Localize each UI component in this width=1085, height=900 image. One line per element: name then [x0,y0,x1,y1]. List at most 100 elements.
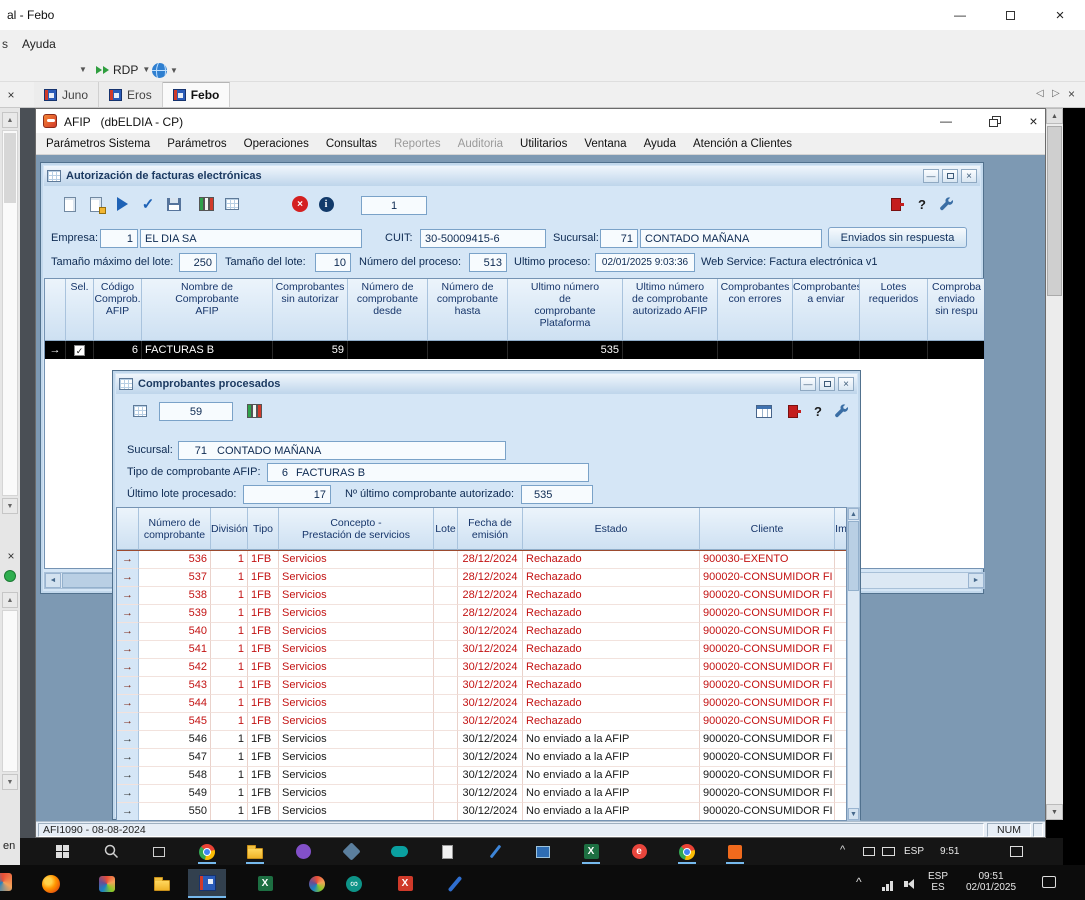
grid-edit-icon[interactable] [129,400,151,422]
row-checkbox[interactable]: ✓ [74,345,85,356]
menu-item-par-metros[interactable]: Parámetros [167,138,226,150]
action-center-icon[interactable] [1042,876,1056,888]
table-row[interactable]: →55011FBServicios30/12/2024No enviado a … [117,803,847,821]
afip-restore-button[interactable] [974,109,1014,133]
network-icon[interactable] [882,881,893,891]
tools-icon[interactable] [830,400,852,422]
scrollbar-thumb[interactable] [1047,126,1062,296]
app-slate-icon[interactable] [338,840,364,863]
speaker-icon[interactable] [904,879,914,889]
tab-close-button[interactable]: × [1068,87,1075,101]
empresa-name-field[interactable]: EL DIA SA [140,229,362,248]
rdp-vertical-scrollbar[interactable]: ▲ ▼ [1046,108,1063,820]
properties-icon[interactable] [85,193,107,215]
table-row[interactable]: →54011FBServicios30/12/2024Rechazado9000… [117,623,847,641]
strip-scroll-up-button-2[interactable]: ▲ [2,592,18,608]
info-icon[interactable]: i [315,193,337,215]
clock[interactable]: 09:51 02/01/2025 [958,871,1024,893]
ultimo-proceso-field[interactable]: 02/01/2025 9:03:36 [595,253,695,272]
strip-scroll-down-button[interactable]: ▼ [2,498,18,514]
cutoff-app-icon[interactable] [0,873,12,891]
strip-scrollbar-track-2[interactable] [2,610,18,772]
file-explorer-icon[interactable] [143,869,181,898]
column-header[interactable]: Concepto -Prestación de servicios [279,508,434,550]
start-icon[interactable] [50,840,76,863]
menu-item-par-metros-sistema[interactable]: Parámetros Sistema [46,138,150,150]
batch-columns-icon[interactable] [195,193,217,215]
table-row[interactable]: →53811FBServicios28/12/2024Rechazado9000… [117,587,847,605]
strip-scrollbar-thumb[interactable] [4,133,16,203]
action-center-icon[interactable] [1010,846,1023,857]
column-header[interactable]: CódigoComprob.AFIP [94,279,142,341]
strip-close-button[interactable]: × [4,549,18,563]
sucursal-name-field[interactable]: CONTADO MAÑANA [640,229,822,248]
app-purple-icon[interactable] [290,840,316,863]
run-icon[interactable] [111,193,133,215]
rdp-active-icon[interactable] [188,869,226,898]
tray-expand-caret[interactable]: ^ [856,875,862,889]
menu-item-ayuda[interactable]: Ayuda [22,37,56,51]
column-header[interactable]: Ultimo númerode comprobanteautorizado AF… [623,279,718,341]
column-header[interactable]: Lote [434,508,458,550]
language-indicator[interactable]: ESP ES [928,871,948,893]
column-header[interactable]: Comprobantessin autorizar [273,279,348,341]
new-document-icon[interactable] [59,193,81,215]
comprobantes-titlebar[interactable]: Comprobantes procesados — × [116,374,857,394]
cuit-field[interactable]: 30-50009415-6 [420,229,546,248]
column-header[interactable]: Lotesrequeridos [860,279,928,341]
table-row[interactable]: →53611FBServicios28/12/2024Rechazado9000… [117,551,847,569]
exit-icon[interactable] [885,193,907,215]
chrome-icon[interactable] [194,840,220,863]
autorizacion-titlebar[interactable]: Autorización de facturas electrónicas — … [44,166,980,186]
excel-icon[interactable]: X [578,840,604,863]
menu-item-utilitarios[interactable]: Utilitarios [520,138,567,150]
column-header[interactable]: Número decomprobantehasta [428,279,508,341]
record-counter-field[interactable]: 59 [159,402,233,421]
column-header[interactable]: Comprobaenviadosin respu [928,279,985,341]
strip-scroll-up-button[interactable]: ▲ [2,112,18,128]
tools-icon[interactable] [935,193,957,215]
scroll-up-button[interactable]: ▲ [848,508,859,520]
scroll-right-button[interactable]: ► [968,573,984,588]
excel-icon[interactable]: X [246,869,284,898]
design-tool-icon[interactable] [88,869,126,898]
close-button[interactable]: × [838,377,854,391]
afip-minimize-button[interactable]: — [926,109,966,133]
scroll-down-button[interactable]: ▼ [848,808,859,820]
numero-proceso-field[interactable]: 513 [469,253,507,272]
strip-scroll-down-button-2[interactable]: ▼ [2,774,18,790]
grid-edit-icon[interactable] [221,193,243,215]
touch-keyboard-icon[interactable] [882,847,895,856]
menu-item-ayuda[interactable]: Ayuda [644,138,676,150]
selected-row[interactable]: →✓6FACTURAS B59535 [45,341,985,359]
column-header[interactable]: Nombre deComprobanteAFIP [142,279,273,341]
language-indicator[interactable]: ESP [904,846,924,857]
table-row[interactable]: →54911FBServicios30/12/2024No enviado a … [117,785,847,803]
column-header[interactable]: Tipo [248,508,279,550]
outer-minimize-button[interactable]: — [935,0,985,30]
column-header[interactable]: Ultimo númerodecomprobantePlataforma [508,279,623,341]
maximize-button[interactable] [819,377,835,391]
app-teal-icon[interactable] [386,840,412,863]
table-row[interactable]: →54711FBServicios30/12/2024No enviado a … [117,749,847,767]
globe-button[interactable]: ▼ [152,61,178,80]
confirm-icon[interactable]: ✓ [137,193,159,215]
menu-item-consultas[interactable]: Consultas [326,138,377,150]
app-file-icon[interactable] [434,840,460,863]
column-header[interactable]: Número decomprobante [139,508,211,550]
sucursal-code-field[interactable]: 71 [600,229,638,248]
table-view-icon[interactable] [753,400,775,422]
menu-item-atenci-n-a-clientes[interactable]: Atención a Clientes [693,138,792,150]
outer-maximize-button[interactable] [985,0,1035,30]
column-header[interactable]: Número decomprobantedesde [348,279,428,341]
minimize-button[interactable]: — [800,377,816,391]
table-row[interactable]: →53911FBServicios28/12/2024Rechazado9000… [117,605,847,623]
menu-item-ventana[interactable]: Ventana [584,138,626,150]
toolbar-dropdown-caret[interactable]: ▼ [74,60,92,79]
empresa-code-field[interactable]: 1 [100,229,138,248]
app-red-e-icon[interactable]: e [626,840,652,863]
rdp-connect-button[interactable]: RDP ▼ [96,60,150,79]
table-row[interactable]: →54111FBServicios30/12/2024Rechazado9000… [117,641,847,659]
app-pen-icon[interactable] [482,840,508,863]
menu-item-operaciones[interactable]: Operaciones [244,138,309,150]
